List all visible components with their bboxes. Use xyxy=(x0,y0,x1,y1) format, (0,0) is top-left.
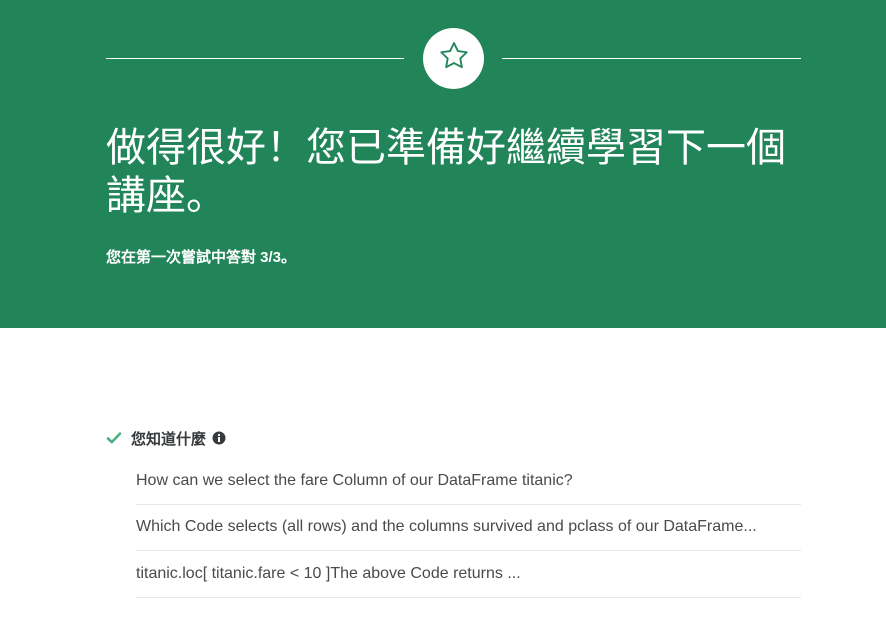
section-title: 您知道什麼 xyxy=(131,430,207,448)
divider-left xyxy=(106,58,404,59)
known-topics-section: 您知道什麼 How can we select the fare Column … xyxy=(106,428,801,598)
section-header: 您知道什麼 xyxy=(106,428,801,448)
question-text: Which Code selects (all rows) and the co… xyxy=(136,518,757,536)
question-item[interactable]: titanic.loc[ titanic.fare < 10 ]The abov… xyxy=(136,551,801,598)
question-item[interactable]: How can we select the fare Column of our… xyxy=(136,458,801,505)
result-headline: 做得很好！您已準備好繼續學習下一個講座。 xyxy=(106,125,786,219)
score-text: 您在第一次嘗試中答對 3/3。 xyxy=(106,249,297,266)
question-text: How can we select the fare Column of our… xyxy=(136,471,573,489)
question-item[interactable]: Which Code selects (all rows) and the co… xyxy=(136,505,801,551)
info-icon[interactable] xyxy=(212,431,226,445)
result-banner: 做得很好！您已準備好繼續學習下一個講座。 您在第一次嘗試中答對 3/3。 xyxy=(0,0,886,328)
star-badge xyxy=(423,28,484,89)
question-text: titanic.loc[ titanic.fare < 10 ]The abov… xyxy=(136,564,521,582)
question-list: How can we select the fare Column of our… xyxy=(136,458,801,598)
check-icon xyxy=(106,430,122,446)
divider-right xyxy=(502,58,801,59)
star-icon xyxy=(437,39,471,78)
